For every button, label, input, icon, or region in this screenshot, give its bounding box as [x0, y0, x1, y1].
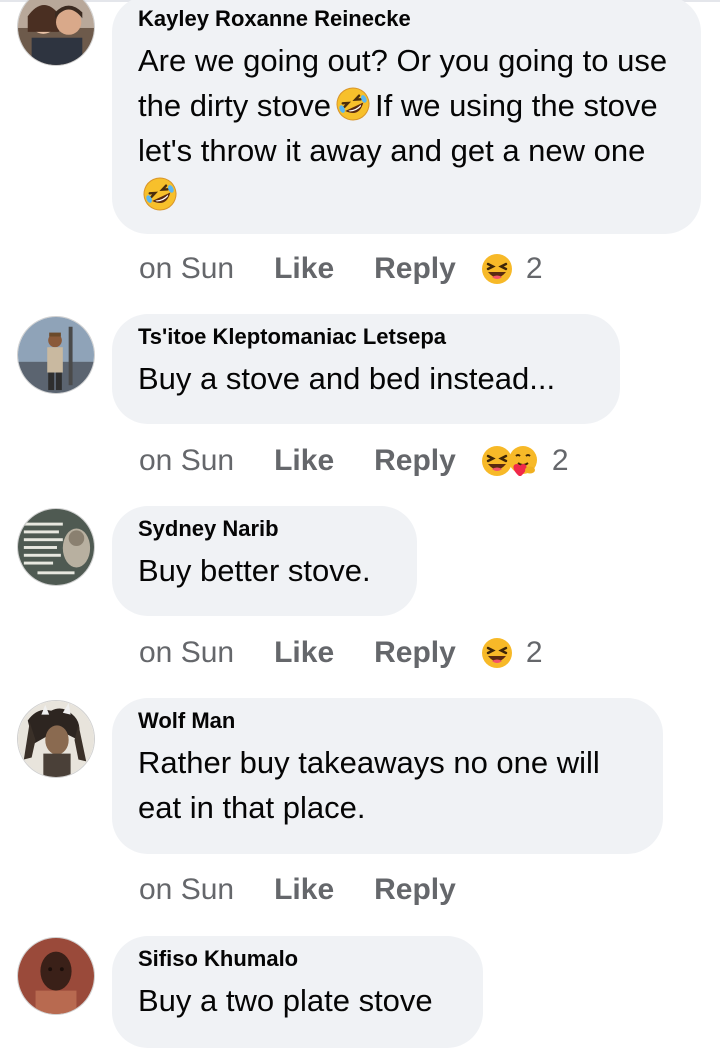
rofl-emoji-icon — [335, 86, 371, 122]
comment-actions: on Sun Like Reply 2 — [139, 249, 543, 289]
comment-timestamp[interactable]: on Sun — [139, 252, 234, 286]
comment-author[interactable]: Sifiso Khumalo — [138, 946, 457, 972]
reaction-summary[interactable]: 2 — [480, 636, 543, 670]
comment-text: Rather buy takeaways no one will eat in … — [138, 745, 600, 825]
reaction-summary[interactable]: 2 — [480, 444, 569, 478]
reply-button[interactable]: Reply — [374, 444, 456, 478]
reply-button[interactable]: Reply — [374, 636, 456, 670]
comment-author[interactable]: Sydney Narib — [138, 516, 391, 542]
reply-button[interactable]: Reply — [374, 873, 456, 907]
comment-text: Are we going out? Or you going to use th… — [138, 38, 675, 218]
avatar[interactable] — [17, 0, 95, 66]
comment-timestamp[interactable]: on Sun — [139, 636, 234, 670]
comment-bubble: Sydney Narib Buy better stove. — [112, 506, 417, 616]
comment-bubble: Kayley Roxanne Reinecke Are we going out… — [112, 0, 701, 234]
comment-timestamp[interactable]: on Sun — [139, 444, 234, 478]
comment-bubble: Wolf Man Rather buy takeaways no one wil… — [112, 698, 663, 854]
comment-author[interactable]: Kayley Roxanne Reinecke — [138, 6, 675, 32]
reaction-count: 2 — [525, 252, 543, 285]
avatar[interactable] — [17, 508, 95, 586]
avatar[interactable] — [17, 700, 95, 778]
comment-actions: on Sun Like Reply 2 — [139, 441, 569, 481]
comment-author[interactable]: Ts'itoe Kleptomaniac Letsepa — [138, 324, 594, 350]
like-button[interactable]: Like — [274, 444, 334, 478]
comment-text: Buy a two plate stove — [138, 983, 433, 1018]
comment-bubble: Ts'itoe Kleptomaniac Letsepa Buy a stove… — [112, 314, 620, 424]
care-icon — [506, 444, 540, 478]
haha-icon — [480, 252, 514, 286]
reaction-count: 2 — [551, 444, 569, 477]
like-button[interactable]: Like — [274, 873, 334, 907]
reaction-count: 2 — [525, 636, 543, 669]
comment-text: Buy better stove. — [138, 553, 371, 588]
rofl-emoji-icon — [142, 176, 178, 212]
comments-page: Kayley Roxanne Reinecke Are we going out… — [0, 0, 720, 1048]
comment-timestamp[interactable]: on Sun — [139, 873, 234, 907]
haha-icon — [480, 636, 514, 670]
comment-actions: on Sun Like Reply — [139, 870, 480, 910]
comment-text: Buy a stove and bed instead... — [138, 361, 556, 396]
reply-button[interactable]: Reply — [374, 252, 456, 286]
avatar[interactable] — [17, 937, 95, 1015]
comment-actions: on Sun Like Reply 2 — [139, 633, 543, 673]
comment-author[interactable]: Wolf Man — [138, 708, 637, 734]
reaction-summary[interactable]: 2 — [480, 252, 543, 286]
like-button[interactable]: Like — [274, 636, 334, 670]
like-button[interactable]: Like — [274, 252, 334, 286]
comment-bubble: Sifiso Khumalo Buy a two plate stove — [112, 936, 483, 1048]
avatar[interactable] — [17, 316, 95, 394]
